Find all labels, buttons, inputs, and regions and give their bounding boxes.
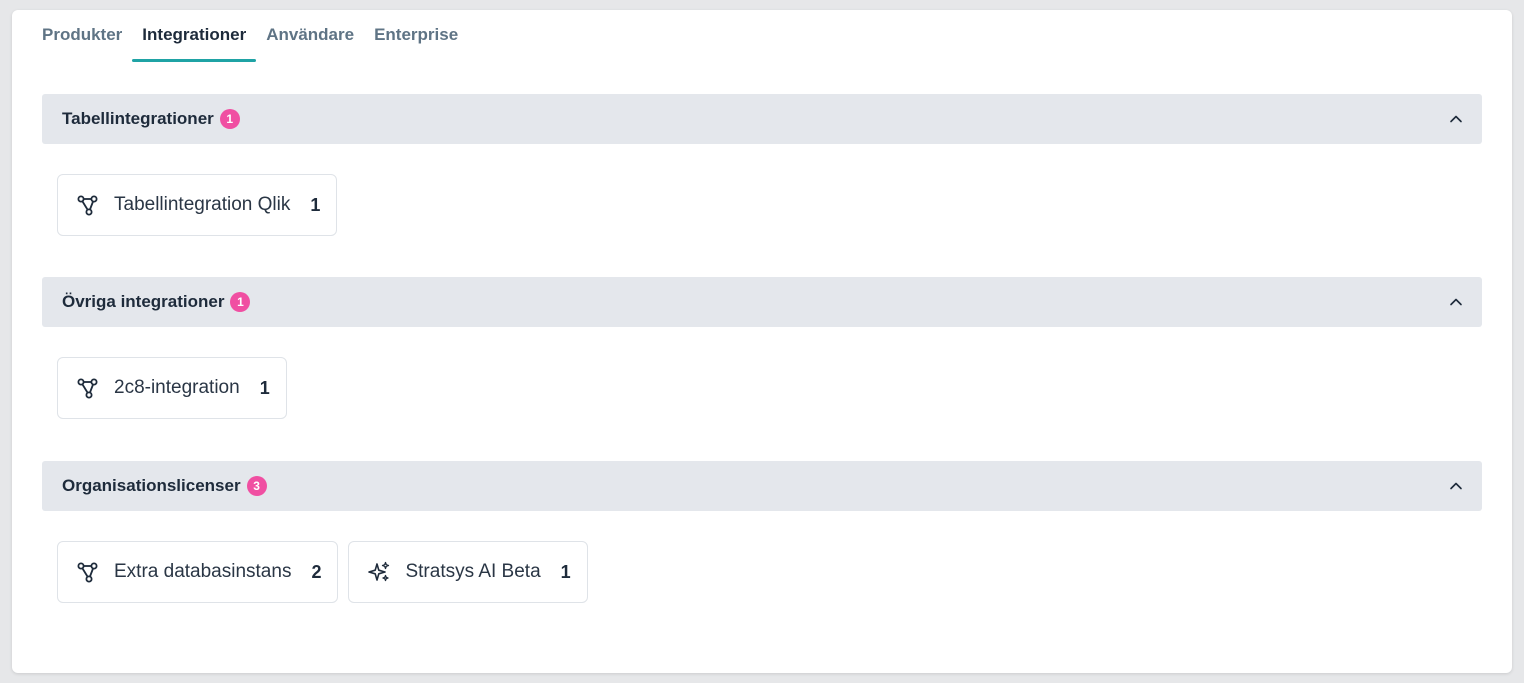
count-badge: 3	[246, 476, 267, 496]
item-count: 1	[560, 561, 571, 582]
item-label: Stratsys AI Beta	[405, 561, 541, 582]
tab-bar: Produkter Integrationer Användare Enterp…	[32, 24, 468, 64]
tab-integrationer[interactable]: Integrationer	[132, 24, 257, 64]
main-card: Produkter Integrationer Användare Enterp…	[12, 10, 1512, 673]
tab-enterprise[interactable]: Enterprise	[364, 24, 468, 64]
count-badge: 1	[230, 292, 251, 312]
integration-card[interactable]: 2c8-integration 1	[57, 357, 287, 419]
integration-card[interactable]: Tabellintegration Qlik 1	[57, 174, 338, 236]
item-count: 1	[259, 377, 270, 398]
section-header-ovriga-integrationer[interactable]: Övriga integrationer 1	[42, 277, 1482, 327]
section-title: Tabellintegrationer	[62, 109, 214, 128]
section-items: 2c8-integration 1	[57, 357, 287, 419]
section-title: Övriga integrationer	[62, 292, 225, 311]
tab-anvandare[interactable]: Användare	[256, 24, 364, 64]
integration-icon	[77, 562, 98, 583]
license-card[interactable]: Stratsys AI Beta 1	[348, 541, 588, 603]
item-count: 2	[311, 561, 322, 582]
tab-produkter[interactable]: Produkter	[32, 24, 132, 64]
sparkles-icon	[368, 561, 390, 582]
item-label: Extra databasinstans	[114, 561, 292, 582]
integration-icon	[77, 195, 98, 216]
integration-icon	[77, 378, 98, 399]
chevron-up-icon[interactable]	[1448, 294, 1464, 310]
integration-card[interactable]: Extra databasinstans 2	[57, 541, 339, 603]
section-items: Extra databasinstans 2 Stratsys AI Beta …	[57, 541, 588, 603]
section-header-tabellintegrationer[interactable]: Tabellintegrationer 1	[42, 94, 1482, 144]
section-title: Organisationslicenser	[62, 476, 241, 495]
section-items: Tabellintegration Qlik 1	[57, 174, 338, 236]
item-label: Tabellintegration Qlik	[114, 194, 291, 215]
chevron-up-icon[interactable]	[1448, 478, 1464, 494]
item-count: 1	[310, 194, 321, 215]
chevron-up-icon[interactable]	[1448, 111, 1464, 127]
count-badge: 1	[219, 109, 240, 129]
section-header-organisationslicenser[interactable]: Organisationslicenser 3	[42, 461, 1482, 511]
item-label: 2c8-integration	[114, 377, 240, 398]
